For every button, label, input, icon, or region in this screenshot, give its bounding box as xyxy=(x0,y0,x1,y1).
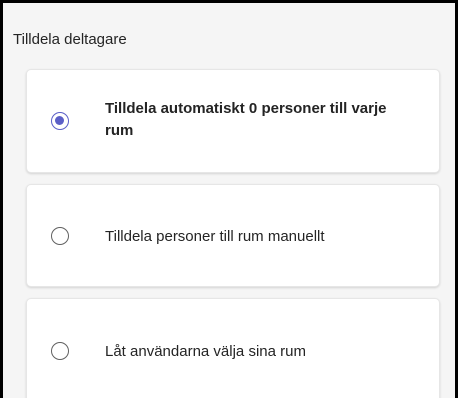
option-label: Tilldela personer till rum manuellt xyxy=(105,228,325,245)
option-label: Tilldela automatiskt 0 personer till var… xyxy=(105,100,387,139)
radio-button-selected[interactable] xyxy=(51,112,69,130)
panel-title: Tilldela deltagare xyxy=(13,31,127,48)
assign-participants-panel: Tilldela deltagare Tilldela automatiskt … xyxy=(3,3,455,398)
radio-button[interactable] xyxy=(51,227,69,245)
option-assign-manually[interactable]: Tilldela personer till rum manuellt xyxy=(26,184,440,287)
option-assign-automatically[interactable]: Tilldela automatiskt 0 personer till var… xyxy=(26,69,440,173)
radio-selected-dot-icon xyxy=(55,116,64,125)
radio-button[interactable] xyxy=(51,342,69,360)
option-let-users-choose[interactable]: Låt användarna välja sina rum xyxy=(26,298,440,398)
option-label: Låt användarna välja sina rum xyxy=(105,343,306,360)
